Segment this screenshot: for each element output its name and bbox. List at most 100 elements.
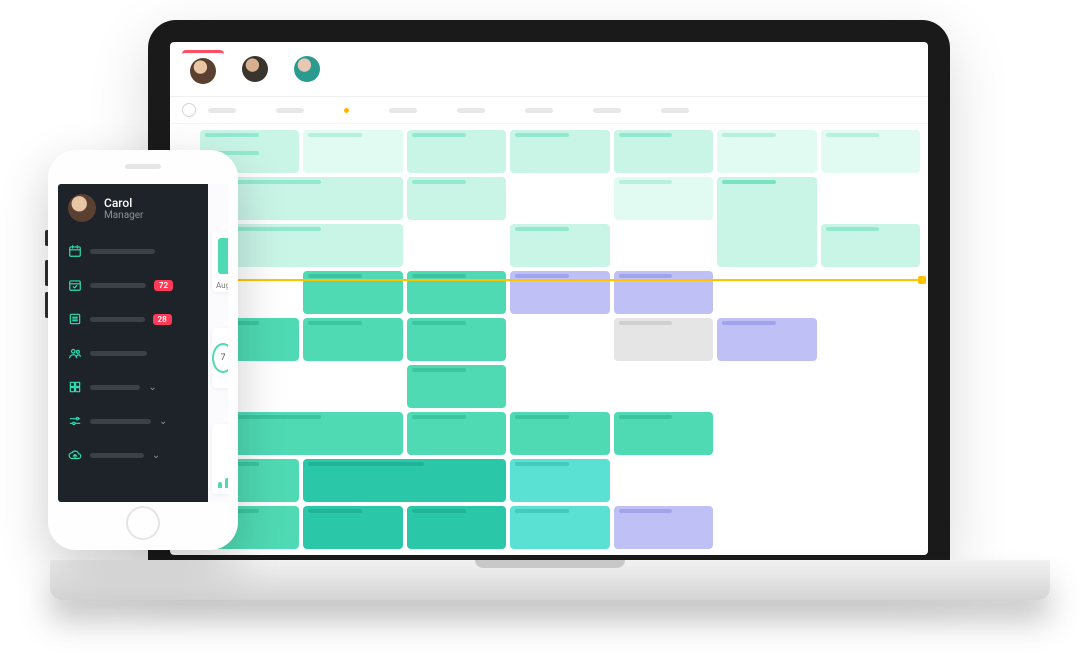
calendar-event[interactable] [303,318,402,361]
user-tab-3[interactable] [286,50,328,88]
calendar-event[interactable] [303,271,402,314]
nav-label-placeholder [90,453,144,458]
event-title-placeholder [412,368,466,372]
now-indicator-handle[interactable] [918,276,926,284]
calendar-grid[interactable] [170,124,928,555]
event-title-placeholder [515,415,569,419]
calendar-event[interactable] [821,224,920,267]
calendar-event[interactable] [510,130,609,173]
phone-volume-down [45,292,48,318]
laptop-frame [148,20,950,560]
event-title-placeholder [619,180,673,184]
sidebar-item-grid[interactable]: ⌄ [58,370,208,404]
sidebar-item-calendar[interactable] [58,234,208,268]
event-title-placeholder [826,133,880,137]
sidebar-item-check-calendar[interactable]: 72 [58,268,208,302]
day-header-row [170,97,928,124]
month-label: Aug [216,281,228,290]
calendar-event[interactable] [614,318,713,361]
chart-bar [218,482,222,488]
progress-ring-icon: 7 [212,343,228,373]
calendar-event[interactable] [407,271,506,314]
list-icon [68,312,82,326]
event-title-placeholder [412,509,466,513]
calendar-event[interactable] [510,506,609,549]
progress-card[interactable]: 7 [212,328,228,388]
user-tab-1[interactable] [182,50,224,88]
count-badge: 72 [154,280,173,291]
calendar-event[interactable] [821,130,920,173]
calendar-event[interactable] [614,271,713,314]
today-dot-icon [344,108,349,113]
phone-frame: Carol Manager 72 28 ⌄ ⌄ ⌄ Aug [48,150,238,550]
ring-value: 7 [220,353,225,363]
grid-icon [68,380,82,394]
calendar-event[interactable] [614,506,713,549]
calendar-event[interactable] [510,224,609,267]
phone-screen: Carol Manager 72 28 ⌄ ⌄ ⌄ Aug [58,184,228,502]
check-calendar-icon [68,278,82,292]
event-title-placeholder [619,415,673,419]
calendar-event[interactable] [407,318,506,361]
calendar-event[interactable] [407,506,506,549]
calendar-event[interactable] [614,412,713,455]
calendar-card[interactable]: Aug [212,232,228,292]
event-title-placeholder [412,180,466,184]
chart-bar [225,478,228,488]
phone-volume-up [45,260,48,286]
event-title-placeholder [619,133,673,137]
calendar-event[interactable] [407,130,506,173]
date-block [218,238,228,274]
nav-label-placeholder [90,317,145,322]
event-title-placeholder [412,133,466,137]
event-title-placeholder [308,509,362,513]
calendar-event[interactable] [407,412,506,455]
clock-icon [182,103,196,117]
event-title-placeholder [412,321,466,325]
calendar-event[interactable] [303,459,506,502]
event-title-placeholder [515,133,569,137]
calendar-event[interactable] [407,177,506,220]
avatar-icon [68,194,96,222]
sidebar: Carol Manager 72 28 ⌄ ⌄ ⌄ [58,184,208,502]
day-col-label [276,108,304,113]
avatar-icon [190,58,216,84]
count-badge: 28 [153,314,172,325]
profile-header[interactable]: Carol Manager [58,184,208,234]
calendar-event[interactable] [614,177,713,220]
calendar-event[interactable] [303,506,402,549]
sidebar-item-sliders[interactable]: ⌄ [58,404,208,438]
calendar-event[interactable] [717,318,816,361]
day-col-label [593,108,621,113]
chevron-down-icon: ⌄ [159,416,167,427]
user-tab-2[interactable] [234,50,276,88]
event-title-placeholder [308,274,362,278]
laptop-base [50,560,1050,600]
event-title-placeholder [722,180,776,184]
chevron-down-icon: ⌄ [152,450,160,461]
day-col-label [525,108,553,113]
calendar-event[interactable] [510,412,609,455]
event-title-placeholder [515,462,569,466]
event-title-placeholder [619,509,673,513]
calendar-event[interactable] [407,365,506,408]
now-indicator-line [184,279,922,281]
calendar-event[interactable] [510,459,609,502]
chart-card[interactable] [212,424,228,494]
users-icon [68,346,82,360]
day-col-label [661,108,689,113]
event-title-placeholder [619,274,673,278]
calendar-event[interactable] [717,177,816,267]
sidebar-item-users[interactable] [58,336,208,370]
calendar-event[interactable] [510,271,609,314]
sidebar-item-cloud-upload[interactable]: ⌄ [58,438,208,472]
sidebar-item-list[interactable]: 28 [58,302,208,336]
day-col-label [208,108,236,113]
calendar-event[interactable] [717,130,816,173]
bar-chart [218,470,228,488]
event-title-placeholder [515,274,569,278]
calendar-event[interactable] [614,130,713,173]
event-title-placeholder [722,133,776,137]
calendar-event[interactable] [303,130,402,173]
event-title-placeholder [412,415,466,419]
